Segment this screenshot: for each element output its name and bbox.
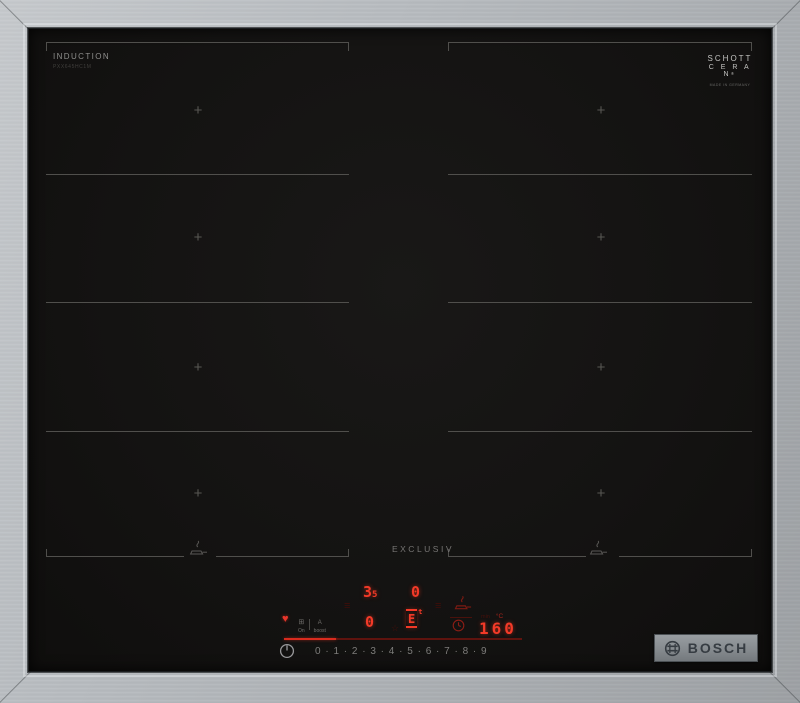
left-zone-top-outline [46,42,349,51]
frame-miter-bottom-right [768,671,800,703]
zone-center-marker[interactable]: + [188,358,208,378]
zone-center-marker[interactable]: + [188,484,208,504]
right-zone-divider-2 [448,302,752,303]
star-icon: ☆ [391,623,400,633]
frying-sensor-icon [454,595,472,610]
transfer-indicator-display: Et [406,608,423,628]
clock-icon [452,619,465,632]
zone2-power-display: 0 [411,583,421,601]
left-zone-divider-2 [46,302,349,303]
induction-label: INDUCTION [53,52,111,61]
power-icon[interactable] [279,643,295,659]
zone-center-marker[interactable]: + [591,228,611,248]
model-number: PXX645HC1M [53,64,92,70]
flex-bars-icon: ≡ [344,600,351,612]
pan-steam-icon [189,540,207,555]
zone-center-marker[interactable]: + [591,484,611,504]
aux-on-label: On [298,628,305,634]
zone3-power-display: 0 [365,613,375,631]
right-zone-divider-1 [448,174,752,175]
zone-center-marker[interactable]: + [188,228,208,248]
zone1-power-display: 35 [363,583,378,601]
heart-indicator-icon: ♥ [282,613,289,625]
aux-legend: ⊞ On A boost [298,619,326,634]
pan-steam-icon [589,540,607,555]
series-label: EXCLUSIV [391,544,455,554]
brand-plate: BOSCH [654,634,758,662]
bosch-logo-icon [664,640,680,656]
ceramic-glass-surface: + + + + + + + + INDUCTION PXX645HC1M SCH… [28,28,772,672]
schott-line1: SCHOTT [707,54,753,63]
zone-center-marker[interactable]: + [591,101,611,121]
flex-bars-icon: ≡ [435,600,442,612]
fry-divider-line [450,617,472,618]
boost-label: boost [313,628,326,634]
frame-miter-top-left [0,0,32,32]
temperature-display: 160 [479,619,517,638]
boost-icon: A [317,620,322,626]
brand-name: BOSCH [687,640,749,656]
aux-grid-icon: ⊞ [298,619,305,626]
left-zone-divider-3 [46,431,349,432]
left-zone-divider-1 [46,174,349,175]
frame-miter-top-right [768,0,800,32]
right-zone-top-outline [448,42,752,51]
zone-center-marker[interactable]: + [591,358,611,378]
power-slider-track[interactable] [284,638,522,640]
schott-ceran-logo: SCHOTT C E R A N® MADE IN GERMANY [703,54,757,87]
zone-center-marker[interactable]: + [188,101,208,121]
frame-miter-bottom-left [0,671,32,703]
power-level-selector[interactable]: 0 · 1 · 2 · 3 · 4 · 5 · 6 · 7 · 8 · 9 [315,646,525,657]
induction-hob: + + + + + + + + INDUCTION PXX645HC1M SCH… [0,0,800,703]
schott-line2: C E R A N® [708,64,752,78]
right-zone-divider-3 [448,431,752,432]
aux-divider [308,619,310,630]
schott-subtext: MADE IN GERMANY [709,83,751,87]
